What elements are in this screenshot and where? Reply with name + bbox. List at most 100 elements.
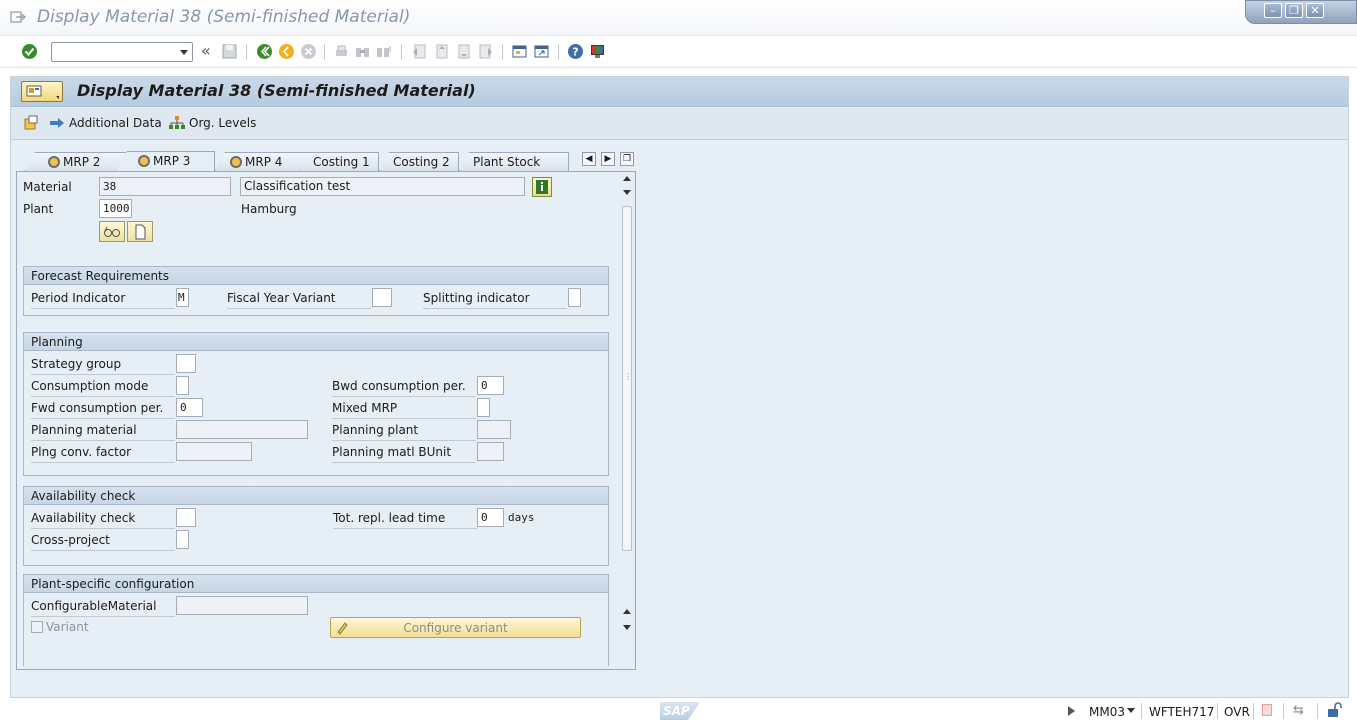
glasses-icon: [104, 226, 120, 237]
configurable-material-label: ConfigurableMaterial: [31, 599, 175, 617]
command-field[interactable]: [51, 42, 193, 62]
exit-window-icon: [10, 11, 26, 23]
tab-mrp-4[interactable]: MRP 4: [215, 152, 313, 171]
tab-label: Costing 2: [393, 155, 450, 169]
planning-material-field[interactable]: [176, 420, 308, 439]
last-page-icon[interactable]: [477, 43, 494, 60]
header-menu-button[interactable]: [21, 81, 63, 102]
chevron-down-icon[interactable]: [180, 50, 188, 55]
configure-variant-button[interactable]: Configure variant: [330, 617, 581, 638]
plng-conv-factor-label: Plng conv. factor: [31, 445, 175, 463]
sap-logo: SAP: [660, 702, 700, 720]
org-levels-button[interactable]: Org. Levels: [169, 116, 256, 130]
tab-mrp-3[interactable]: MRP 3: [117, 151, 215, 172]
exit-icon[interactable]: [278, 43, 295, 60]
chevron-down-icon[interactable]: [1127, 708, 1135, 713]
scroll-down-icon[interactable]: [623, 625, 631, 630]
fiscal-year-variant-field[interactable]: [372, 288, 392, 307]
planning-matl-bunit-field[interactable]: [477, 442, 504, 461]
plant-field[interactable]: 1000: [99, 199, 132, 218]
status-icon: [138, 155, 150, 167]
tab-content-area: Material 38 Classification test Plant 10…: [21, 176, 619, 666]
enter-check-icon[interactable]: [21, 43, 38, 60]
screen-header: Display Material 38 (Semi-finished Mater…: [11, 77, 1348, 107]
variant-label: Variant: [46, 620, 89, 634]
document-button[interactable]: [127, 221, 153, 242]
availability-check-field[interactable]: [176, 508, 196, 527]
variant-checkbox[interactable]: [31, 621, 43, 633]
availability-check-label: Availability check: [31, 511, 175, 529]
tab-scroll-left-icon[interactable]: ◀: [582, 152, 596, 166]
splitting-indicator-field[interactable]: [568, 288, 581, 307]
status-icon: [48, 156, 60, 168]
configure-variant-label: Configure variant: [403, 621, 508, 635]
consumption-mode-label: Consumption mode: [31, 379, 175, 397]
find-next-icon[interactable]: [375, 43, 392, 60]
collapse-chevron-icon[interactable]: «: [201, 41, 218, 60]
material-description-field[interactable]: Classification test: [240, 177, 525, 196]
cancel-icon[interactable]: [300, 43, 317, 60]
period-indicator-label: Period Indicator: [31, 291, 175, 309]
svg-text:?: ?: [572, 46, 578, 59]
configurable-material-field[interactable]: [176, 596, 308, 615]
save-icon[interactable]: [221, 43, 238, 60]
bwd-consumption-field[interactable]: 0: [477, 376, 504, 395]
planning-plant-field[interactable]: [477, 420, 511, 439]
tab-label: MRP 4: [245, 155, 283, 169]
insert-mode: OVR: [1224, 705, 1250, 719]
maximize-icon[interactable]: ❐: [1285, 3, 1303, 18]
previous-page-icon[interactable]: [433, 43, 450, 60]
cross-project-field[interactable]: [176, 530, 189, 549]
tab-mrp-2[interactable]: MRP 2: [25, 152, 129, 171]
other-material-icon[interactable]: [23, 115, 39, 131]
tab-list-icon[interactable]: ❐: [620, 152, 634, 166]
minimize-icon[interactable]: –: [1264, 3, 1282, 18]
unlock-icon[interactable]: [1326, 702, 1342, 718]
close-icon[interactable]: ✕: [1306, 3, 1324, 18]
tab-costing-2[interactable]: Costing 2: [379, 152, 459, 171]
mixed-mrp-field[interactable]: [477, 398, 490, 417]
glasses-display-button[interactable]: [99, 221, 125, 242]
plant-name: Hamburg: [241, 202, 297, 216]
play-icon[interactable]: [1068, 706, 1075, 716]
server-name: WFTEH717: [1149, 705, 1215, 719]
cross-project-label: Cross-project: [31, 533, 175, 551]
first-page-icon[interactable]: [411, 43, 428, 60]
tab-label: MRP 3: [153, 154, 191, 168]
group-title: Planning: [24, 333, 608, 351]
consumption-mode-field[interactable]: [176, 376, 189, 395]
transaction-code: MM03: [1089, 705, 1125, 719]
vertical-scrollbar[interactable]: ⋮: [621, 172, 633, 669]
scroll-up-icon[interactable]: [623, 176, 631, 181]
tab-plant-stock[interactable]: Plant Stock: [459, 152, 569, 171]
main-frame: Display Material 38 (Semi-finished Mater…: [10, 76, 1349, 698]
customize-layout-icon[interactable]: [589, 43, 606, 60]
availability-check-group: Availability check Availability check To…: [23, 486, 609, 566]
scroll-up-icon[interactable]: [623, 609, 631, 614]
print-icon[interactable]: [333, 43, 350, 60]
period-indicator-field[interactable]: M: [176, 288, 189, 307]
help-icon[interactable]: ?: [567, 43, 584, 60]
screen-icon: [26, 85, 42, 97]
tab-label: Costing 1: [313, 155, 370, 169]
window-title: Display Material 38 (Semi-finished Mater…: [37, 7, 411, 27]
additional-data-button[interactable]: Additional Data: [49, 116, 162, 130]
scroll-down-icon[interactable]: [623, 190, 631, 195]
strategy-group-field[interactable]: [176, 354, 196, 373]
tab-content-panel: Material 38 Classification test Plant 10…: [16, 171, 636, 670]
fwd-consumption-field[interactable]: 0: [176, 398, 203, 417]
material-field[interactable]: 38: [99, 177, 231, 196]
tab-scroll-right-icon[interactable]: ▶: [601, 152, 615, 166]
tot-repl-lead-time-field[interactable]: 0: [477, 508, 504, 527]
plng-conv-factor-field[interactable]: [176, 442, 252, 461]
tab-label: Plant Stock: [473, 155, 541, 169]
tab-costing-1[interactable]: Costing 1: [299, 152, 379, 171]
info-icon[interactable]: [532, 177, 552, 197]
next-page-icon[interactable]: [455, 43, 472, 60]
back-icon[interactable]: [256, 43, 273, 60]
find-icon[interactable]: [354, 43, 371, 60]
fwd-consumption-label: Fwd consumption per.: [31, 401, 175, 419]
status-bar: SAP MM03 WFTEH717 OVR ⇆: [0, 698, 1357, 724]
shortcut-icon[interactable]: [533, 43, 550, 60]
create-session-icon[interactable]: [511, 43, 528, 60]
